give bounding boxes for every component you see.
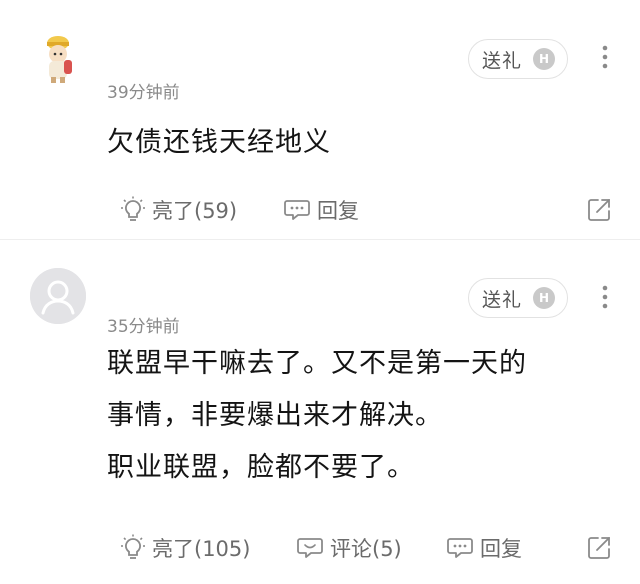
- comments-button[interactable]: 评论(5): [296, 532, 402, 564]
- comment-item: 送礼 H 39分钟前 欠债还钱天经地义 亮了(59) 回复: [0, 0, 640, 240]
- lightbulb-icon: [121, 196, 145, 221]
- share-icon[interactable]: [586, 197, 612, 223]
- comment-text-line: 联盟早干嘛去了。又不是第一天的: [107, 348, 527, 379]
- chat-bubble-icon: [284, 200, 310, 220]
- gift-button[interactable]: 送礼 H: [468, 278, 568, 318]
- like-button[interactable]: 亮了(59): [120, 194, 237, 226]
- cartoon-avatar-icon: [30, 30, 86, 86]
- reply-label: 回复: [317, 199, 359, 223]
- gift-badge-icon: H: [533, 287, 555, 309]
- reply-button[interactable]: 回复: [283, 194, 359, 226]
- comment-actions: 亮了(59) 回复: [0, 194, 640, 226]
- gift-button[interactable]: 送礼 H: [468, 39, 568, 79]
- chat-bubble-icon: [447, 538, 473, 558]
- like-button[interactable]: 亮了(105): [120, 532, 250, 564]
- avatar[interactable]: [30, 30, 86, 86]
- reply-label: 回复: [480, 537, 522, 561]
- comment-text: 联盟早干嘛去了。又不是第一天的 事情，非要爆出来才解决。 职业联盟，脸都不要了。: [107, 338, 617, 494]
- comment-actions: 亮了(105) 评论(5) 回复: [0, 532, 640, 564]
- more-vertical-icon[interactable]: [598, 284, 612, 310]
- comment-text: 欠债还钱天经地义: [107, 117, 617, 169]
- like-label: 亮了(105): [152, 537, 251, 561]
- comment-text-line: 事情，非要爆出来才解决。: [107, 400, 443, 431]
- like-label: 亮了(59): [152, 199, 238, 223]
- gift-badge-icon: H: [533, 48, 555, 70]
- lightbulb-icon: [121, 534, 145, 559]
- comment-time: 39分钟前: [107, 83, 180, 103]
- more-vertical-icon[interactable]: [598, 44, 612, 70]
- comment-icon: [297, 538, 323, 558]
- comment-time: 35分钟前: [107, 317, 180, 337]
- avatar[interactable]: [30, 268, 86, 324]
- reply-button[interactable]: 回复: [446, 532, 522, 564]
- gift-label: 送礼: [482, 49, 523, 72]
- default-user-icon: [30, 268, 86, 324]
- comments-label: 评论(5): [330, 537, 402, 561]
- gift-label: 送礼: [482, 288, 523, 311]
- comment-text-line: 欠债还钱天经地义: [107, 127, 331, 158]
- comment-item: 送礼 H 35分钟前 联盟早干嘛去了。又不是第一天的 事情，非要爆出来才解决。 …: [0, 240, 640, 584]
- comment-text-line: 职业联盟，脸都不要了。: [107, 452, 415, 483]
- share-icon[interactable]: [586, 535, 612, 561]
